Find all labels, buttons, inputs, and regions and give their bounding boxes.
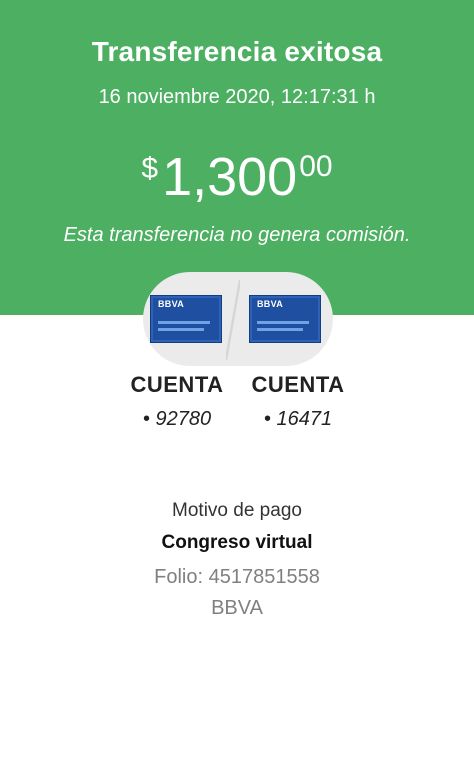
to-account-label: CUENTA: [251, 372, 345, 397]
from-account-label: CUENTA: [130, 372, 224, 397]
amount-cents: 00: [299, 150, 333, 183]
card-stripe: [158, 328, 204, 331]
payment-reason-value: Congreso virtual: [161, 532, 313, 553]
card-stripe: [257, 328, 303, 331]
transfer-datetime: 16 noviembre 2020, 12:17:31 h: [98, 86, 376, 108]
to-card-icon: BBVA: [249, 295, 321, 343]
accounts-divider: [226, 280, 240, 360]
success-header: Transferencia exitosa 16 noviembre 2020,…: [0, 0, 474, 315]
from-account: CUENTA • 92780: [122, 372, 232, 431]
card-stripe: [257, 321, 309, 324]
to-card-brand: BBVA: [257, 299, 284, 309]
amount-integer: 1,300: [162, 147, 298, 207]
payment-details: Motivo de pago Congreso virtual Folio: 4…: [0, 500, 474, 620]
to-account: CUENTA • 16471: [243, 372, 353, 431]
commission-note: Esta transferencia no genera comisión.: [63, 224, 411, 246]
folio-number: Folio: 4517851558: [154, 566, 320, 588]
card-stripe: [158, 321, 210, 324]
to-account-number: • 16471: [263, 408, 333, 430]
page-title: Transferencia exitosa: [91, 36, 383, 67]
from-account-number: • 92780: [142, 408, 212, 430]
from-card-brand: BBVA: [158, 299, 185, 309]
amount-currency: $: [141, 152, 159, 185]
from-card-icon: BBVA: [150, 295, 222, 343]
payment-reason-label: Motivo de pago: [172, 500, 302, 521]
transfer-amount: $ 1,300 00: [0, 140, 474, 204]
bank-name: BBVA: [211, 597, 263, 619]
